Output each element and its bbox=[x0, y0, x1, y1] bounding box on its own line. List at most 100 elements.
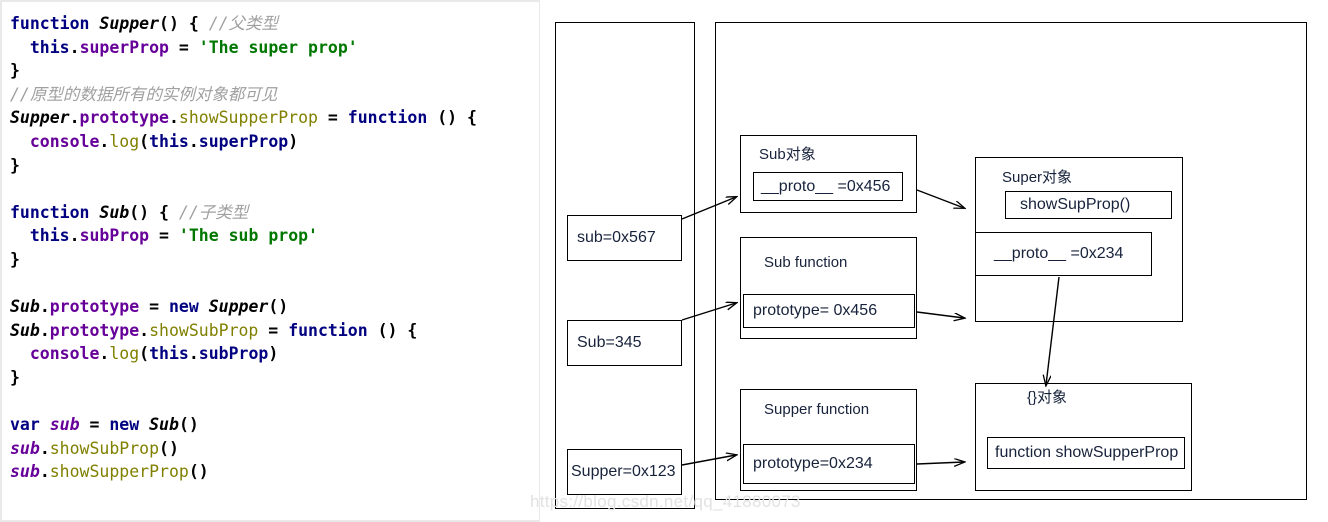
code-token: 'The sub prop' bbox=[178, 226, 318, 246]
stack-cell-label: Supper=0x123 bbox=[571, 463, 676, 480]
code-token: . bbox=[69, 226, 80, 246]
code-line: function Sub() { //子类型 bbox=[10, 201, 477, 225]
heap-slot-prototype-456: prototype= 0x456 bbox=[743, 294, 915, 328]
code-token: . bbox=[168, 108, 179, 128]
code-token: //原型的数据所有的实例对象都可见 bbox=[10, 84, 278, 104]
code-token: . bbox=[188, 344, 199, 364]
code-block: function Supper() { //父类型 this.superProp… bbox=[10, 12, 477, 484]
stack-cell-Sub: Sub=345 bbox=[567, 320, 682, 366]
code-line: Sub.prototype = new Supper() bbox=[10, 295, 477, 319]
heap-box-title: Supper function bbox=[764, 401, 870, 418]
heap-box-title: Super对象 bbox=[1002, 169, 1073, 186]
heap-box-title: Sub function bbox=[764, 254, 848, 271]
code-token: () bbox=[178, 415, 199, 435]
heap-box-title: {}对象 bbox=[1027, 389, 1068, 406]
code-line: } bbox=[10, 248, 477, 272]
heap-slot-label: function showSupperProp bbox=[995, 444, 1179, 461]
stack-cell-sub: sub=0x567 bbox=[567, 215, 682, 261]
code-token: = bbox=[317, 108, 348, 128]
code-token: new bbox=[109, 415, 150, 435]
code-token: = bbox=[168, 37, 199, 57]
code-line: this.superProp = 'The super prop' bbox=[10, 36, 477, 60]
code-line: sub.showSupperProp() bbox=[10, 460, 477, 484]
code-token: . bbox=[139, 320, 150, 340]
heap-slot-proto-234: __proto__ =0x234 bbox=[975, 232, 1152, 276]
code-token: () { bbox=[129, 202, 179, 222]
memory-diagram: sub=0x567 Sub=345 Supper=0x123 Sub对象 __p… bbox=[540, 0, 1328, 522]
code-token: subProp bbox=[198, 344, 269, 364]
code-token: Sub bbox=[99, 202, 130, 222]
watermark: https://blog.csdn.net/qq_41880073 bbox=[530, 492, 801, 511]
code-token: this bbox=[149, 131, 189, 151]
code-line: Sub.prototype.showSubProp = function () … bbox=[10, 319, 477, 343]
code-line: console.log(this.subProp) bbox=[10, 342, 477, 366]
code-token: var bbox=[10, 415, 50, 435]
code-token: Supper bbox=[208, 297, 269, 317]
code-token: ) bbox=[268, 344, 279, 364]
code-token: function bbox=[10, 14, 100, 33]
code-token: } bbox=[10, 367, 20, 387]
code-token: Sub bbox=[149, 415, 179, 435]
code-token: //父类型 bbox=[208, 14, 279, 33]
code-token: } bbox=[10, 155, 20, 175]
code-token: //子类型 bbox=[178, 202, 249, 222]
heap-slot-proto-456: __proto__ =0x456 bbox=[753, 172, 903, 201]
code-token: log bbox=[109, 131, 140, 151]
code-line: function Supper() { //父类型 bbox=[10, 12, 477, 36]
code-token: this bbox=[149, 344, 189, 364]
code-token: function bbox=[347, 108, 428, 128]
code-token: } bbox=[10, 61, 20, 81]
heap-slot-label: __proto__ =0x456 bbox=[761, 177, 891, 195]
code-token: showSubProp bbox=[149, 320, 259, 340]
code-token: ( bbox=[139, 131, 150, 151]
screenshot-root: function Supper() { //父类型 this.superProp… bbox=[0, 0, 1328, 522]
code-line: } bbox=[10, 366, 477, 390]
code-line: } bbox=[10, 154, 477, 178]
code-token: showSubProp bbox=[49, 438, 160, 458]
code-token: () bbox=[159, 438, 179, 458]
code-token: 'The super prop' bbox=[198, 37, 358, 57]
heap-slot-prototype-234: prototype=0x234 bbox=[743, 444, 915, 484]
code-token: subProp bbox=[79, 226, 150, 246]
code-token: () { bbox=[427, 108, 477, 128]
code-token: Supper bbox=[10, 108, 70, 128]
code-token: } bbox=[10, 249, 20, 269]
code-line: console.log(this.superProp) bbox=[10, 130, 477, 154]
code-token: () bbox=[188, 462, 209, 482]
code-token: showSupperProp bbox=[178, 108, 318, 128]
code-token: showSupperProp bbox=[49, 462, 189, 482]
heap-box-title: Sub对象 bbox=[759, 146, 816, 163]
code-token: sub bbox=[10, 438, 40, 458]
code-token: log bbox=[109, 344, 140, 364]
stack-container bbox=[555, 22, 695, 509]
code-line: this.subProp = 'The sub prop' bbox=[10, 224, 477, 248]
code-line: //原型的数据所有的实例对象都可见 bbox=[10, 83, 477, 107]
code-line: sub.showSubProp() bbox=[10, 437, 477, 461]
code-token: Sub bbox=[10, 320, 40, 340]
code-token: = bbox=[258, 320, 289, 340]
code-token: = bbox=[149, 226, 179, 246]
heap-slot-label: showSupProp() bbox=[1020, 196, 1131, 213]
code-token: superProp bbox=[79, 37, 169, 57]
heap-slot-showsupprop: showSupProp() bbox=[1005, 191, 1172, 219]
code-token: . bbox=[69, 108, 80, 128]
code-token: . bbox=[39, 320, 50, 340]
code-token: . bbox=[69, 37, 80, 57]
stack-cell-Supper: Supper=0x123 bbox=[567, 449, 682, 495]
code-token: this bbox=[29, 37, 70, 57]
code-token: function bbox=[10, 202, 100, 222]
code-token: new bbox=[168, 297, 209, 317]
code-token: prototype bbox=[49, 320, 140, 340]
code-token: function bbox=[288, 320, 368, 340]
code-token: ) bbox=[288, 131, 299, 151]
heap-slot-function-showsupperprop: function showSupperProp bbox=[987, 437, 1185, 469]
code-token: . bbox=[39, 297, 50, 317]
code-token: superProp bbox=[198, 131, 289, 151]
